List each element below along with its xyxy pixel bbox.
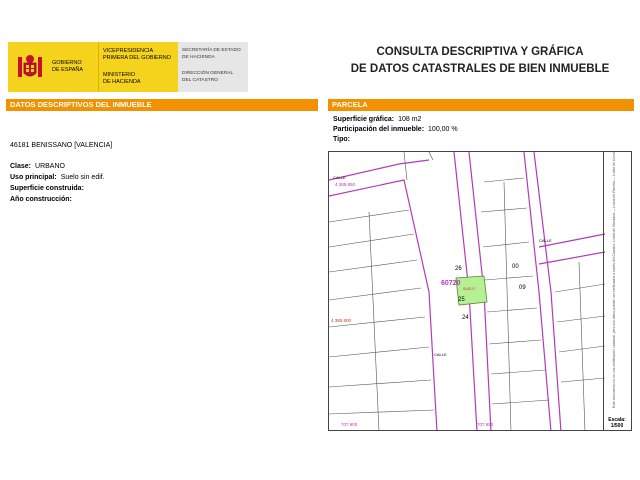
map-number-25: 25 [458, 297, 465, 303]
coat-of-arms-icon [14, 51, 46, 83]
gobierno-text: GOBIERNO DE ESPAÑA [52, 60, 84, 73]
property-address: 46181 BENISSANO [VALENCIA] [10, 142, 113, 149]
sup-value: 108 m2 [398, 116, 422, 123]
government-header: GOBIERNO DE ESPAÑA VICEPRESIDENCIA PRIME… [8, 42, 248, 92]
street-label: CALLE [539, 238, 552, 243]
superficie-label: Superficie construida: [10, 185, 84, 192]
parcel-tag: SUELO [463, 287, 475, 291]
part-value: 100,00 % [428, 126, 458, 133]
map-number-09: 09 [519, 285, 526, 291]
coord-mid-left: 4.385.800 [331, 318, 352, 323]
part-label: Participación del inmueble: [333, 126, 425, 133]
superficie-row: Superficie construida: [10, 183, 310, 194]
map-number-00: 00 [512, 264, 519, 270]
cadastral-map[interactable]: 26 25 24 00 09 60720 SUELO 4.385.850 4.3… [328, 151, 632, 431]
uso-row: Uso principal: Suelo sin edif. [10, 172, 310, 183]
ministerio-block: VICEPRESIDENCIA PRIMERA DEL GOBIERNO MIN… [98, 42, 178, 92]
map-legend: Este documento no es una certificación c… [603, 151, 631, 430]
coord-bottom-left: 707.900 [341, 422, 358, 427]
map-number-24: 24 [462, 315, 469, 321]
coord-bottom-mid: 707.950 [477, 422, 494, 427]
street-label: CALLE [434, 352, 447, 357]
inmueble-details: 46181 BENISSANO [VALENCIA] Clase: URBANO… [10, 140, 310, 205]
parcel-code: 60720 [441, 280, 461, 287]
map-number-26: 26 [455, 266, 462, 272]
legend-text: Este documento no es una certificación c… [612, 151, 616, 408]
street-label: CALLE [333, 175, 346, 180]
clase-value: URBANO [35, 163, 65, 170]
document-title: CONSULTA DESCRIPTIVA Y GRÁFICA DE DATOS … [350, 46, 610, 75]
anio-label: Año construcción: [10, 196, 72, 203]
section-bar-parcela: PARCELA [328, 99, 634, 111]
uso-value: Suelo sin edif. [60, 174, 105, 181]
parcela-details: Superficie gráfica: 108 m2 Participación … [333, 115, 458, 145]
anio-row: Año construcción: [10, 194, 310, 205]
coord-top-left: 4.385.850 [335, 182, 356, 187]
section-bar-datos: DATOS DESCRIPTIVOS DEL INMUEBLE [6, 99, 318, 111]
gobierno-block: GOBIERNO DE ESPAÑA [8, 42, 98, 92]
map-drawing [329, 152, 605, 430]
map-scale: Escala: 1/500 [608, 417, 626, 429]
clase-row: Clase: URBANO [10, 161, 310, 172]
uso-label: Uso principal: [10, 174, 57, 181]
sup-label: Superficie gráfica: [333, 116, 395, 123]
secretaria-block: SECRETARÍA DE ESTADO DE HACIENDA DIRECCI… [178, 42, 248, 92]
clase-label: Clase: [10, 163, 32, 170]
tipo-label: Tipo: [333, 136, 350, 143]
